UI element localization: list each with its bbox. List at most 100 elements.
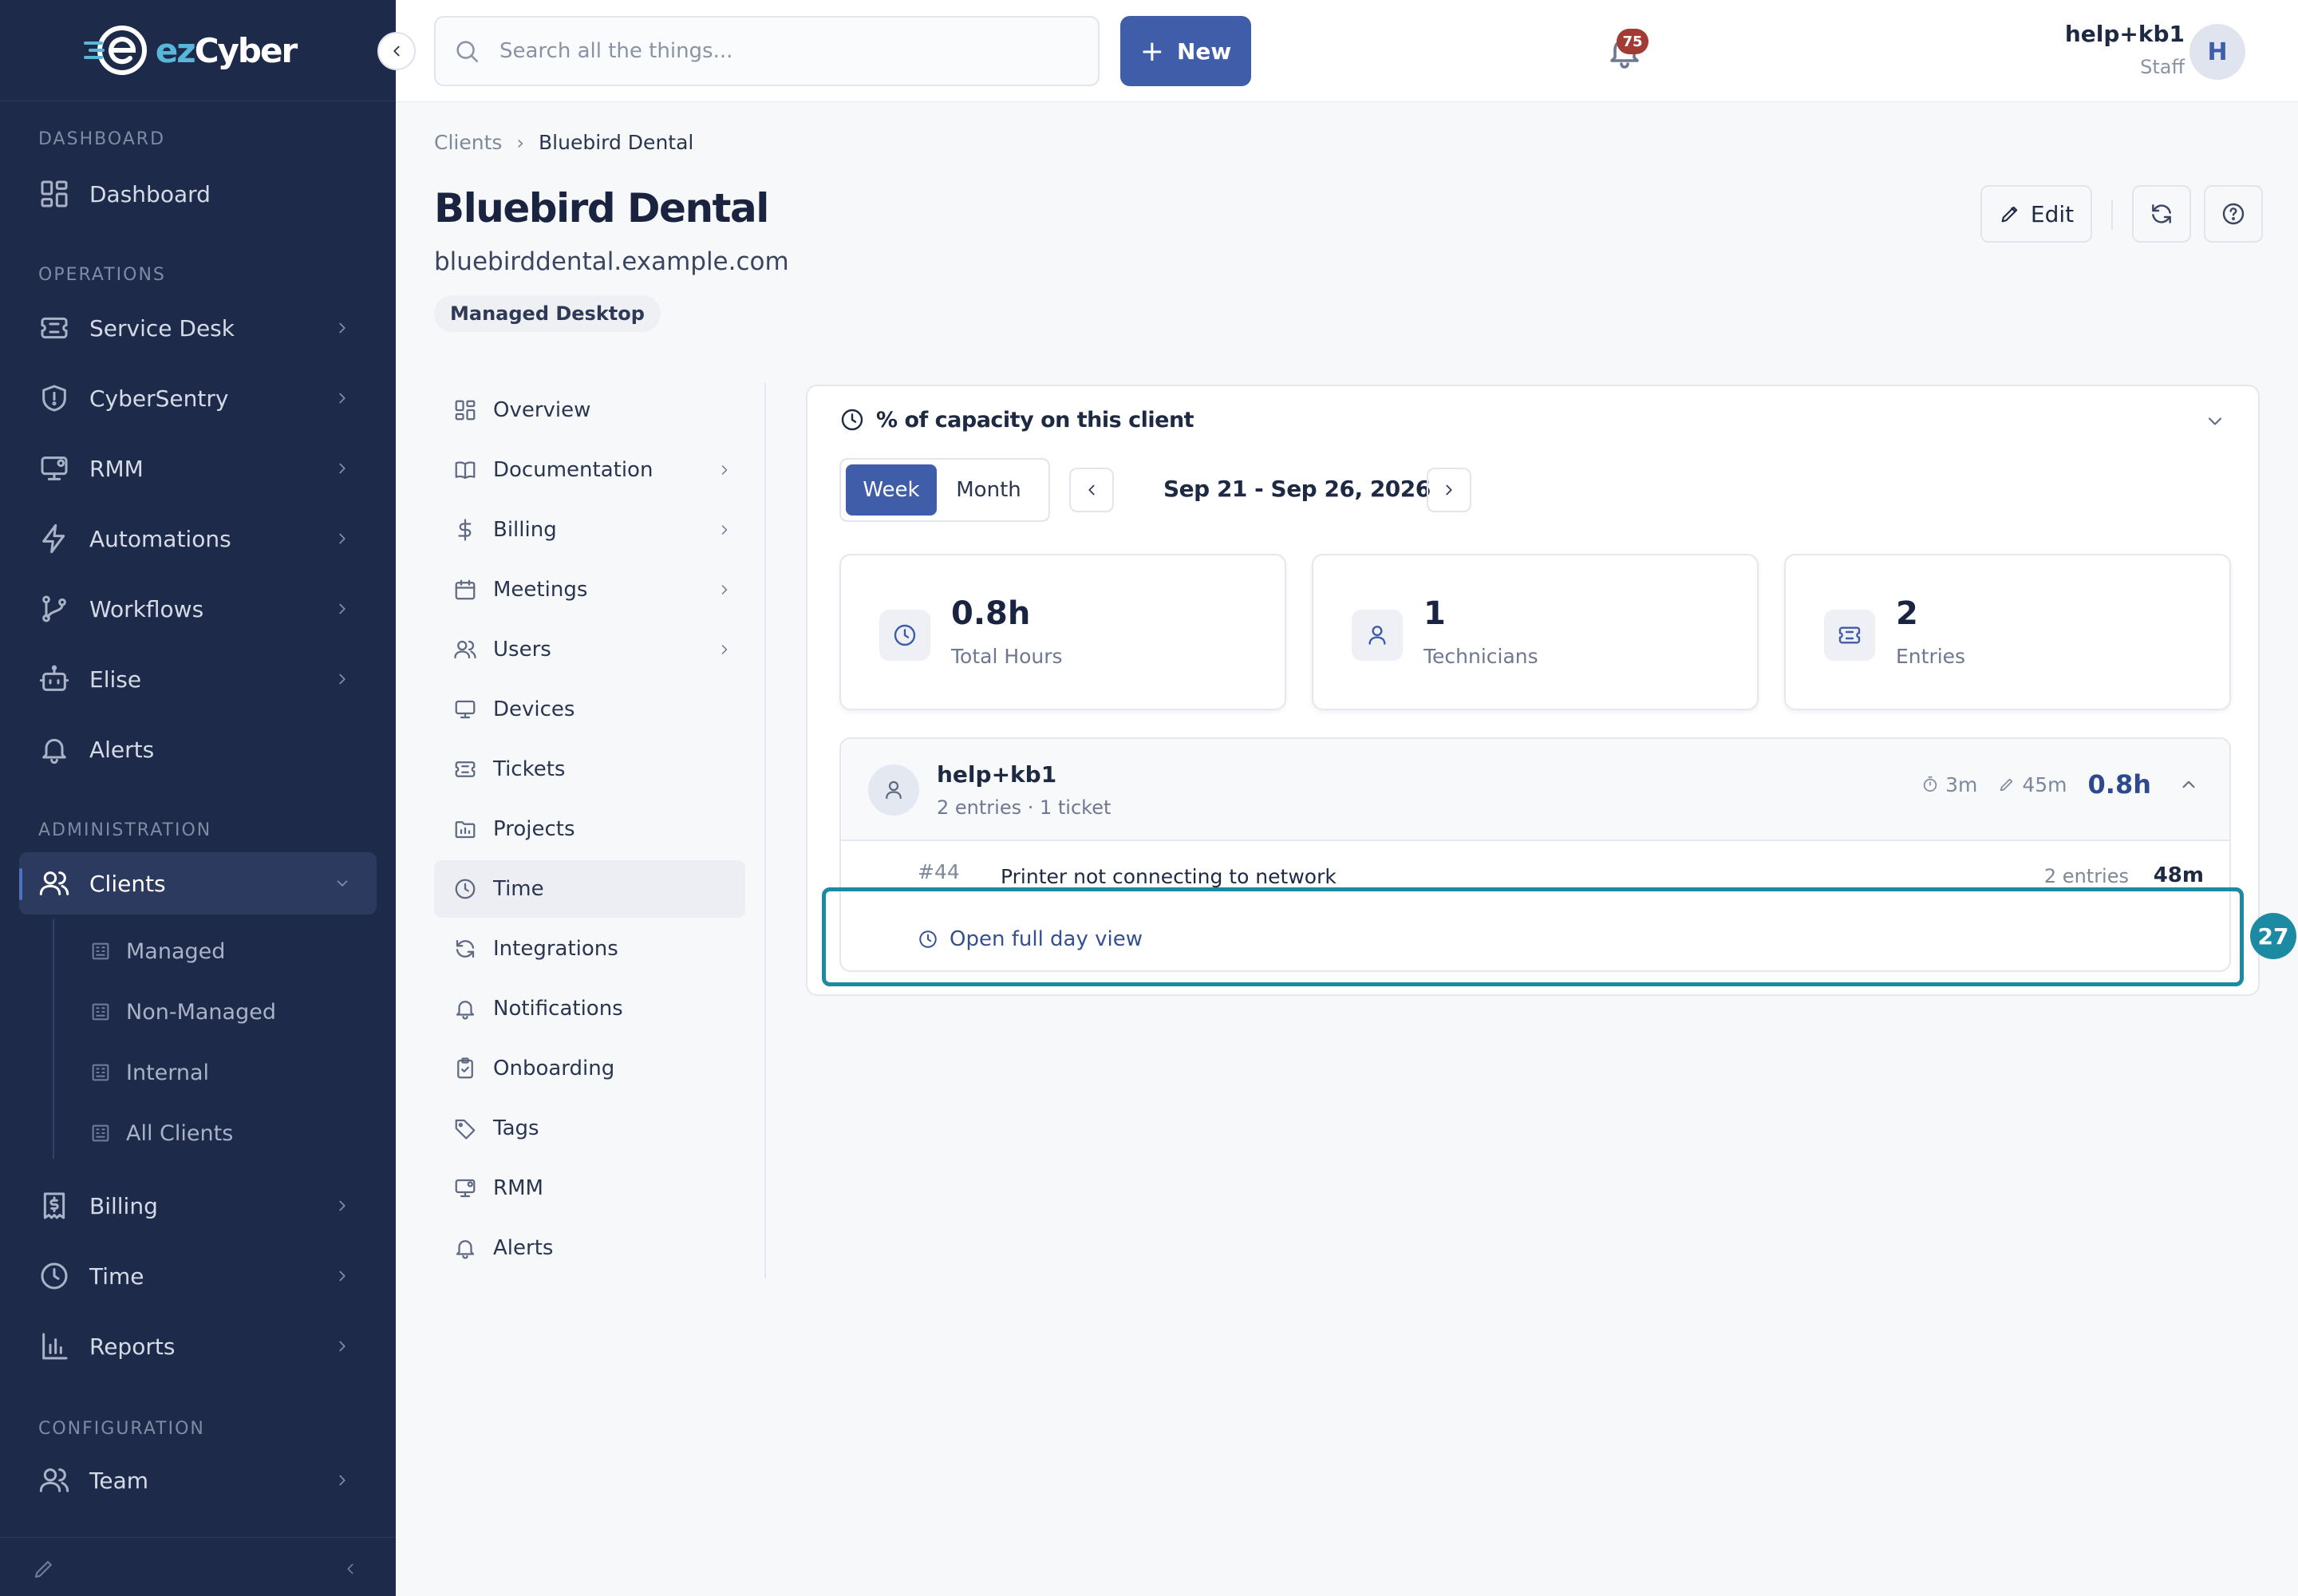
sidebar-subitem-internal[interactable]: Internal xyxy=(89,1049,209,1096)
sidebar-item-alerts[interactable]: Alerts xyxy=(19,718,377,780)
sidebar-item-elise[interactable]: Elise xyxy=(19,648,377,710)
refresh-button[interactable] xyxy=(2132,185,2191,243)
technician-name: help+kb1 xyxy=(937,761,1057,788)
sidebar-item-rmm[interactable]: RMM xyxy=(19,437,377,500)
folder-chart-icon xyxy=(455,821,476,839)
technician-total-hours: 0.8h xyxy=(2087,769,2151,800)
chevron-down-icon[interactable] xyxy=(2204,410,2226,433)
bell-icon xyxy=(42,738,66,764)
sidebar-subitem-label: All Clients xyxy=(126,1120,234,1146)
sidebar-item-team[interactable]: Team xyxy=(19,1449,377,1511)
dashboard-icon xyxy=(41,180,68,207)
sidebar-subitem-non-managed[interactable]: Non-Managed xyxy=(89,988,276,1036)
subnav-item-label: Documentation xyxy=(493,458,653,482)
new-button[interactable]: + New xyxy=(1120,16,1251,86)
clock-icon xyxy=(894,624,916,646)
sidebar-subitem-label: Internal xyxy=(126,1060,210,1085)
user-name[interactable]: help+kb1 xyxy=(2065,21,2185,47)
sidebar-subitem-all-clients[interactable]: All Clients xyxy=(89,1109,233,1157)
subnav-item-projects[interactable]: Projects xyxy=(434,800,745,858)
users-icon xyxy=(39,1468,69,1492)
clock-icon xyxy=(455,879,476,899)
chevron-right-icon xyxy=(339,463,345,474)
subnav-item-notifications[interactable]: Notifications xyxy=(434,980,745,1037)
chevron-right-icon xyxy=(339,674,345,685)
notification-count-badge: 75 xyxy=(1617,29,1648,54)
stat-card-technicians: 1 Technicians xyxy=(1312,554,1759,710)
sidebar-item-cybersentry[interactable]: CyberSentry xyxy=(19,367,377,429)
sidebar-item-dashboard[interactable]: Dashboard xyxy=(19,163,377,225)
sidebar-item-clients[interactable]: Clients xyxy=(19,852,377,915)
manual-time: 45m xyxy=(1998,773,2067,796)
stat-value: 2 xyxy=(1896,595,1918,632)
sidebar-subitem-managed[interactable]: Managed xyxy=(89,927,225,975)
chevron-right-icon xyxy=(721,465,728,475)
bell-icon xyxy=(456,1240,475,1259)
search-input[interactable] xyxy=(499,39,1058,63)
subnav-item-label: Meetings xyxy=(493,578,588,602)
breadcrumb-clients-link[interactable]: Clients xyxy=(434,131,502,154)
subnav-item-integrations[interactable]: Integrations xyxy=(434,920,745,978)
subnav-item-label: Projects xyxy=(493,817,575,841)
chevron-left-icon[interactable] xyxy=(342,1560,359,1578)
edit-button[interactable]: Edit xyxy=(1980,185,2092,243)
sidebar-item-label: Clients xyxy=(89,870,166,897)
sidebar-item-workflows[interactable]: Workflows xyxy=(19,578,377,640)
new-button-label: New xyxy=(1176,38,1232,65)
sidebar-item-label: Elise xyxy=(89,666,142,693)
sidebar-item-billing[interactable]: Billing xyxy=(19,1175,377,1237)
brand-logo[interactable]: ezCyber xyxy=(0,0,396,101)
subnav-item-alerts[interactable]: Alerts xyxy=(434,1219,745,1277)
sidebar-item-label: Service Desk xyxy=(89,314,235,342)
pencil-icon[interactable] xyxy=(32,1557,56,1581)
bot-icon xyxy=(39,665,69,691)
search-box[interactable] xyxy=(434,16,1100,86)
sidebar-item-automations[interactable]: Automations xyxy=(19,508,377,570)
subnav-item-rmm[interactable]: RMM xyxy=(434,1159,745,1217)
bar-chart-icon xyxy=(42,1333,68,1360)
header-divider xyxy=(2111,200,2113,230)
subnav-item-tags[interactable]: Tags xyxy=(434,1100,745,1157)
help-button[interactable] xyxy=(2204,185,2263,243)
ticket-row[interactable]: #44 Printer not connecting to network 2 … xyxy=(841,843,2229,892)
subnav-item-label: Onboarding xyxy=(493,1057,615,1080)
subnav-item-time[interactable]: Time xyxy=(434,860,745,918)
week-toggle-button[interactable]: Week xyxy=(846,464,937,516)
avatar[interactable]: H xyxy=(2189,24,2245,80)
breadcrumb-separator-icon: › xyxy=(516,131,525,154)
next-period-button[interactable] xyxy=(1427,468,1471,512)
subnav-item-tickets[interactable]: Tickets xyxy=(434,741,745,798)
sidebar-item-time[interactable]: Time xyxy=(19,1245,377,1307)
subnav-item-label: Users xyxy=(493,638,551,662)
edit-button-label: Edit xyxy=(2030,200,2075,227)
stat-icon-wrapper xyxy=(1352,610,1403,661)
subnav-item-devices[interactable]: Devices xyxy=(434,681,745,738)
chevron-up-icon[interactable] xyxy=(2178,774,2199,795)
building-icon xyxy=(92,1003,109,1021)
monitor-settings-icon xyxy=(455,1179,476,1198)
collapse-sidebar-button[interactable] xyxy=(377,32,416,70)
topbar: + New xyxy=(396,0,2298,102)
technician-row[interactable]: help+kb1 2 entries · 1 ticket 3m 45m 0.8… xyxy=(841,739,2229,841)
subnav-item-onboarding[interactable]: Onboarding xyxy=(434,1040,745,1097)
subnav-item-billing[interactable]: Billing xyxy=(434,501,745,559)
previous-period-button[interactable] xyxy=(1069,468,1114,512)
subnav-item-documentation[interactable]: Documentation xyxy=(434,441,745,499)
technician-summary: 2 entries · 1 ticket xyxy=(937,796,1111,819)
subnav-item-users[interactable]: Users xyxy=(434,621,745,678)
chevron-right-icon xyxy=(1446,484,1452,496)
subnav-item-overview[interactable]: Overview xyxy=(434,381,745,439)
sidebar-item-reports[interactable]: Reports xyxy=(19,1315,377,1377)
shield-icon xyxy=(42,385,66,412)
clipboard-check-icon xyxy=(457,1057,473,1079)
sidebar-item-service-desk[interactable]: Service Desk xyxy=(19,297,377,359)
subnav-item-label: Integrations xyxy=(493,937,618,961)
subnav-item-meetings[interactable]: Meetings xyxy=(434,561,745,618)
subnav-item-label: Tags xyxy=(493,1116,539,1140)
sidebar-item-label: CyberSentry xyxy=(89,385,229,412)
sidebar-item-label: Time xyxy=(89,1262,144,1290)
ticket-icon xyxy=(455,761,476,777)
period-toggle: Week Month xyxy=(839,458,1050,522)
month-toggle-button[interactable]: Month xyxy=(937,464,1040,516)
chevron-right-icon xyxy=(721,645,728,654)
